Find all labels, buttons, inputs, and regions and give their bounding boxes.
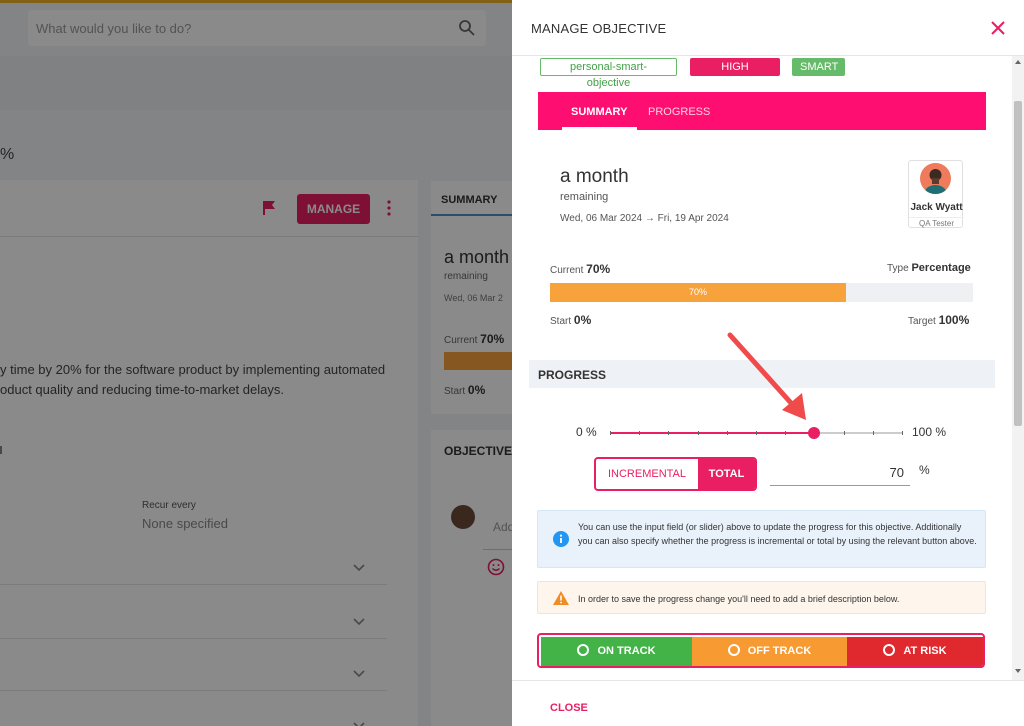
tab-progress[interactable]: PROGRESS xyxy=(648,106,710,118)
slider-tick xyxy=(726,431,728,435)
slider-tick xyxy=(872,431,874,435)
target-value: 100% xyxy=(938,313,970,327)
start-value: 0% xyxy=(573,313,592,327)
slider-tick xyxy=(610,431,611,435)
slider-tick xyxy=(697,431,699,435)
info-icon xyxy=(553,531,569,552)
close-icon[interactable] xyxy=(988,18,1008,38)
current-value: 70% xyxy=(586,262,611,276)
panel-title: MANAGE OBJECTIVE xyxy=(531,21,667,36)
slider-tick xyxy=(843,431,845,435)
type-label: Type xyxy=(887,263,909,274)
date-range: Wed, 06 Mar 2024 → Fri, 19 Apr 2024 xyxy=(560,213,729,224)
info-alert: You can use the input field (or slider) … xyxy=(537,510,986,568)
at-risk-button[interactable]: AT RISK xyxy=(847,637,983,666)
info-text: You can use the input field (or slider) … xyxy=(578,522,977,546)
close-button[interactable]: CLOSE xyxy=(550,702,588,714)
warning-alert: In order to save the progress change you… xyxy=(537,581,986,614)
avatar xyxy=(920,163,951,194)
start-progress: Start 0% xyxy=(550,313,591,327)
scroll-thumb[interactable] xyxy=(1014,101,1022,426)
slider-min-label: 0 % xyxy=(576,425,597,439)
template-tag: personal-smart-objective xyxy=(540,58,677,89)
manage-objective-panel: MANAGE OBJECTIVE personal-smart-objectiv… xyxy=(512,0,1024,726)
owner-role: QA Tester xyxy=(909,217,964,228)
panel-header: MANAGE OBJECTIVE xyxy=(512,0,1024,56)
progress-bar-fill: 70% xyxy=(550,283,847,302)
slider-fill xyxy=(610,432,815,434)
total-button[interactable]: TOTAL xyxy=(698,459,755,489)
radio-circle-icon xyxy=(727,644,740,656)
modal-backdrop[interactable] xyxy=(0,0,512,726)
slider-tick xyxy=(756,431,757,435)
progress-slider[interactable] xyxy=(610,427,903,439)
warning-text: In order to save the progress change you… xyxy=(578,594,900,604)
progress-section-heading: PROGRESS xyxy=(529,360,995,388)
on-track-label: ON TRACK xyxy=(597,645,656,657)
slider-max-label: 100 % xyxy=(912,425,947,439)
target-label: Target xyxy=(908,316,936,327)
slider-tick xyxy=(668,431,670,435)
current-label: Current xyxy=(550,265,584,276)
current-progress: Current 70% xyxy=(550,262,610,276)
scroll-down-arrow-icon[interactable] xyxy=(1015,669,1021,673)
slider-tick xyxy=(785,431,787,435)
active-tab-indicator xyxy=(562,127,637,130)
tab-summary[interactable]: SUMMARY xyxy=(571,106,627,118)
type-value: Percentage xyxy=(911,262,971,274)
smart-badge: SMART xyxy=(792,58,845,76)
percent-unit: % xyxy=(919,463,930,477)
warning-icon xyxy=(553,591,569,610)
scrollbar[interactable] xyxy=(1012,56,1024,680)
owner-name: Jack Wyatt xyxy=(910,202,963,213)
at-risk-label: AT RISK xyxy=(903,645,947,657)
owner-card[interactable]: Jack Wyatt QA Tester xyxy=(908,160,964,228)
progress-bar: 70% xyxy=(550,283,973,302)
incremental-button[interactable]: INCREMENTAL xyxy=(596,459,698,489)
off-track-label: OFF TRACK xyxy=(747,645,812,657)
slider-tick xyxy=(639,431,641,435)
radio-circle-icon xyxy=(883,644,896,656)
progress-value-input[interactable] xyxy=(770,460,910,486)
off-track-button[interactable]: OFF TRACK xyxy=(692,637,847,666)
type-info: Type Percentage xyxy=(887,262,971,274)
start-label: Start xyxy=(550,316,572,327)
slider-tick xyxy=(902,431,903,435)
progress-mode-toggle: INCREMENTAL TOTAL xyxy=(594,457,757,491)
radio-circle-icon xyxy=(577,644,590,656)
on-track-button[interactable]: ON TRACK xyxy=(541,637,692,666)
remaining-label: remaining xyxy=(560,191,609,203)
tabs-bar: SUMMARY PROGRESS xyxy=(538,92,986,130)
slider-thumb[interactable] xyxy=(808,427,821,439)
scroll-up-arrow-icon[interactable] xyxy=(1015,60,1021,64)
target-progress: Target 100% xyxy=(908,313,969,327)
panel-footer: CLOSE xyxy=(512,680,1024,726)
priority-badge: HIGH PRIORITY xyxy=(690,58,780,91)
time-left: a month xyxy=(560,166,629,187)
section-title: PROGRESS xyxy=(538,368,607,382)
status-selector: ON TRACK OFF TRACK AT RISK xyxy=(537,633,985,668)
